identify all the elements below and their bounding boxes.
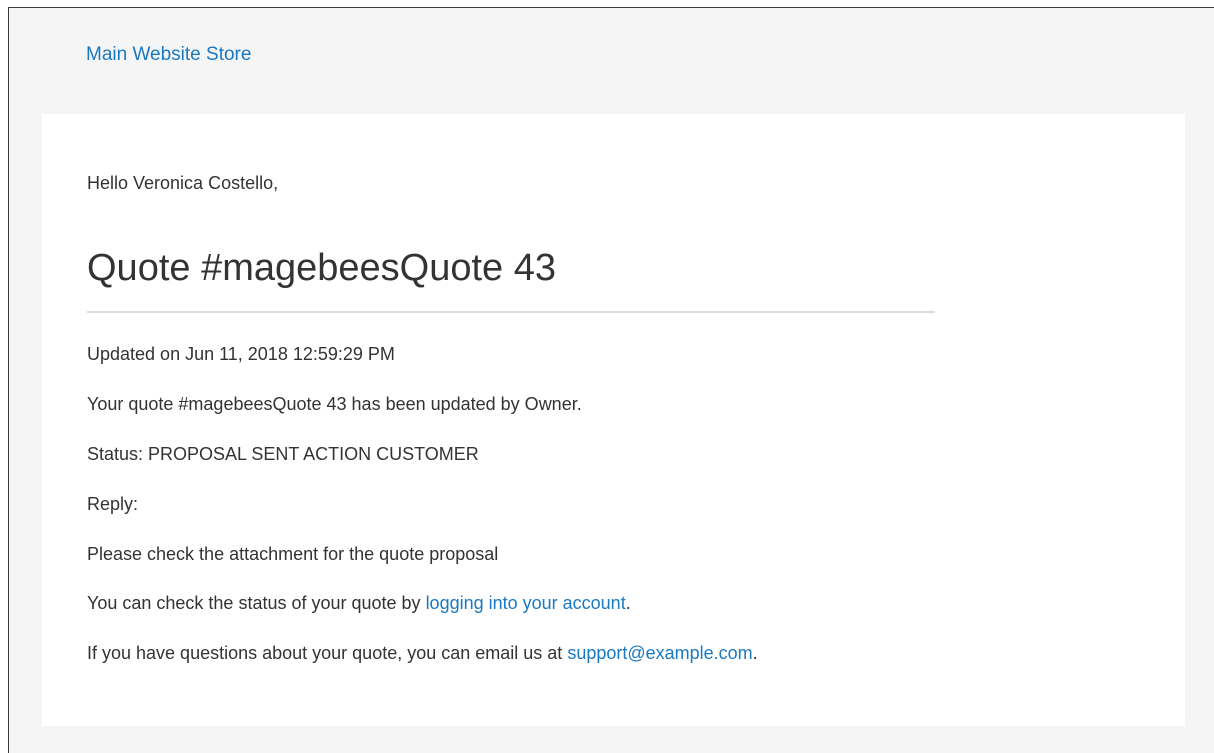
reply-label: Reply:: [87, 494, 139, 514]
support-email-link[interactable]: support@example.com: [567, 643, 752, 663]
account-suffix: .: [625, 593, 631, 613]
reply-body: Please check the attachment for the quot…: [87, 544, 499, 564]
store-link[interactable]: Main Website Store: [86, 44, 251, 66]
questions-suffix: .: [752, 643, 758, 663]
account-paragraph: You can check the status of your quote b…: [87, 592, 631, 614]
questions-paragraph: If you have questions about your quote, …: [87, 642, 758, 664]
update-message: Your quote #magebeesQuote 43 has been up…: [87, 394, 582, 414]
quote-status: Status: PROPOSAL SENT ACTION CUSTOMER: [87, 444, 479, 464]
account-text: You can check the status of your quote b…: [87, 593, 426, 613]
quote-title: Quote #magebeesQuote 43: [87, 247, 557, 289]
updated-date: Updated on Jun 11, 2018 12:59:29 PM: [87, 344, 395, 364]
account-login-link[interactable]: logging into your account: [426, 593, 626, 613]
email-frame: Main Website Store Hello Veronica Costel…: [8, 7, 1214, 753]
greeting: Hello Veronica Costello,: [87, 173, 279, 193]
email-card: Hello Veronica Costello, Quote #magebees…: [42, 114, 1185, 726]
title-divider: [87, 311, 935, 313]
questions-text: If you have questions about your quote, …: [87, 643, 568, 663]
